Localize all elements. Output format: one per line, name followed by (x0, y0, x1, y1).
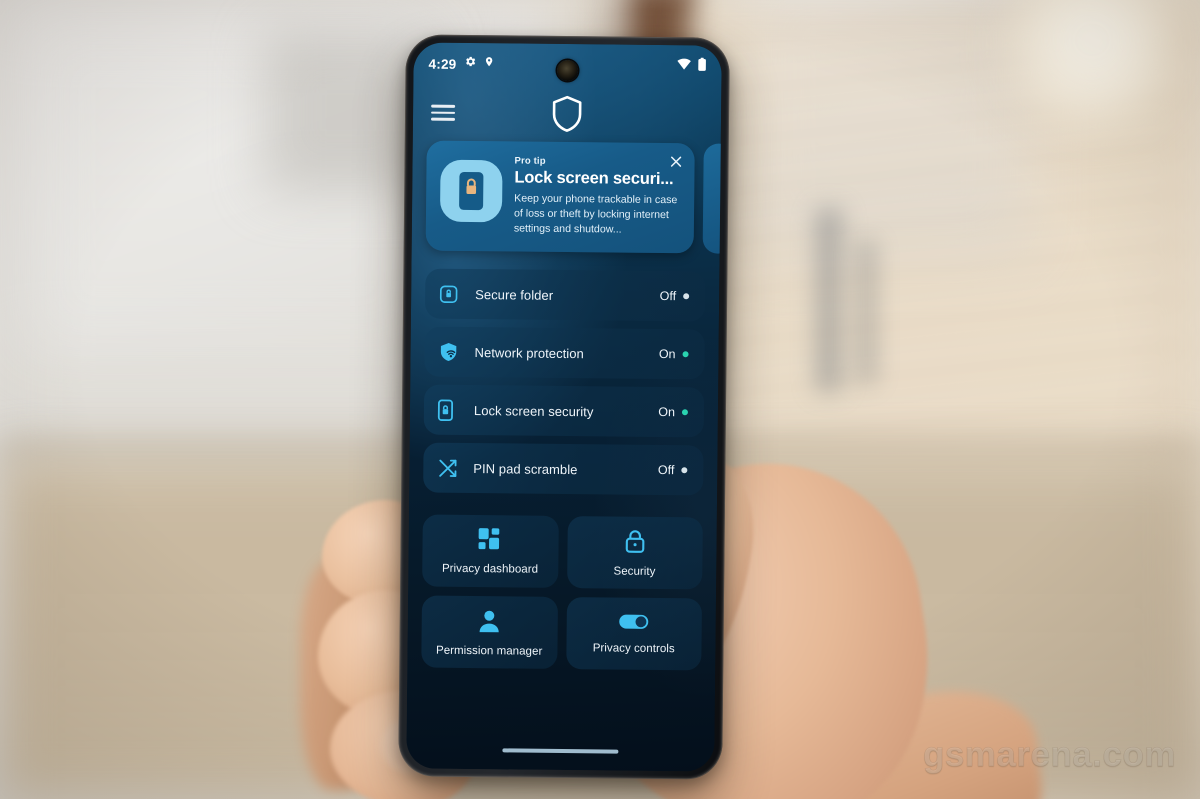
pro-tip-title: Lock screen securi... (514, 168, 674, 189)
lock-icon (623, 528, 646, 558)
setting-row-pin-pad-scramble[interactable]: PIN pad scramble Off (423, 442, 704, 496)
setting-row-network-protection[interactable]: Network protection On (424, 326, 705, 380)
status-dot (683, 293, 690, 300)
tile-grid: Privacy dashboard Security Permission ma… (421, 514, 703, 671)
phone-screen: 4:29 Pro tip Lock screen securi... Keep … (406, 42, 722, 772)
shield-wifi-icon (437, 341, 467, 363)
tile-label: Security (613, 565, 656, 578)
gear-icon (463, 55, 476, 73)
setting-label: PIN pad scramble (473, 460, 578, 477)
person-icon (477, 608, 502, 638)
setting-state: On (658, 405, 676, 420)
setting-state: On (658, 347, 676, 362)
shuffle-arrows-icon (436, 456, 466, 479)
phone-lock-icon (437, 398, 467, 421)
pro-tip-card[interactable]: Pro tip Lock screen securi... Keep your … (425, 140, 695, 254)
status-dot (681, 409, 688, 416)
status-bar-right (676, 57, 706, 76)
smartphone: 4:29 Pro tip Lock screen securi... Keep … (398, 34, 730, 780)
status-bar-left: 4:29 (428, 55, 494, 74)
status-dot (681, 467, 688, 474)
setting-label: Secure folder (475, 286, 554, 303)
tile-permission-manager[interactable]: Permission manager (421, 595, 558, 670)
tile-privacy-controls[interactable]: Privacy controls (565, 597, 703, 671)
hamburger-menu-icon[interactable] (430, 104, 456, 121)
front-camera-punch-hole (556, 59, 579, 82)
tile-label: Privacy controls (592, 642, 675, 656)
pro-tip-card-next[interactable] (702, 143, 722, 254)
shield-icon (551, 95, 583, 133)
tile-label: Permission manager (435, 644, 543, 658)
status-dot (682, 351, 689, 358)
close-icon[interactable] (665, 151, 685, 171)
setting-state: Off (659, 289, 677, 304)
setting-label: Lock screen security (473, 402, 594, 419)
battery-icon (697, 57, 706, 76)
pro-tip-body: Keep your phone trackable in case of los… (513, 192, 678, 236)
setting-state: Off (657, 463, 675, 478)
app-bar (413, 84, 722, 143)
settings-list: Secure folder Off Network protection On (423, 268, 706, 496)
location-pin-icon (483, 55, 494, 73)
setting-row-lock-screen-security[interactable]: Lock screen security On (423, 384, 705, 438)
setting-row-secure-folder[interactable]: Secure folder Off (424, 268, 706, 322)
tile-security[interactable]: Security (566, 516, 703, 590)
tile-privacy-dashboard[interactable]: Privacy dashboard (422, 514, 559, 589)
pro-tip-carousel[interactable]: Pro tip Lock screen securi... Keep your … (425, 140, 722, 254)
app-content: Pro tip Lock screen securi... Keep your … (406, 140, 722, 771)
toggle-switch-icon (619, 613, 649, 636)
tile-label: Privacy dashboard (441, 562, 539, 576)
secure-folder-icon (438, 283, 468, 304)
status-bar-clock: 4:29 (428, 56, 457, 72)
dashboard-grid-icon (477, 527, 503, 556)
wifi-icon (676, 57, 691, 75)
pro-tip-eyebrow: Pro tip (514, 155, 546, 167)
setting-label: Network protection (474, 344, 584, 361)
phone-with-lock-icon (439, 159, 503, 223)
pro-tip-text: Pro tip Lock screen securi... Keep your … (514, 154, 681, 238)
